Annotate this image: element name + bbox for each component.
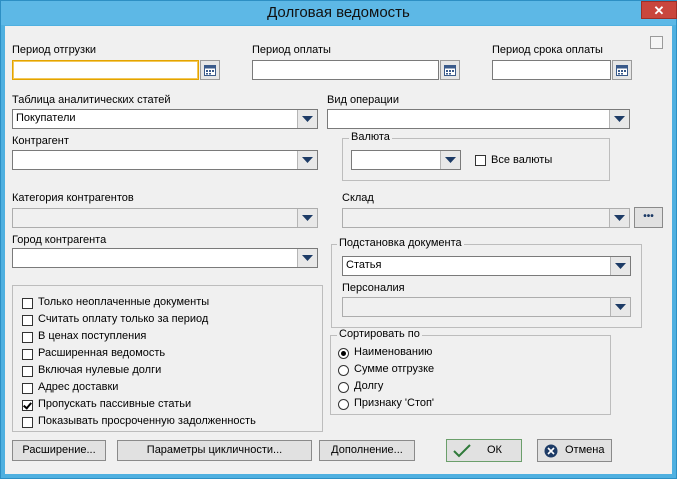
- counterparty-category-label: Категория контрагентов: [12, 192, 134, 204]
- dropdown-button[interactable]: [297, 209, 317, 227]
- all-currencies-label: Все валюты: [491, 154, 553, 166]
- addition-button[interactable]: Дополнение...: [319, 440, 415, 461]
- option-checkbox-skip-passive[interactable]: [22, 400, 33, 411]
- option-checkbox-zero-debts[interactable]: [22, 366, 33, 377]
- checkmark-icon: [453, 444, 471, 458]
- window-title: Долговая ведомость: [267, 4, 410, 21]
- option-label: Расширенная ведомость: [38, 347, 166, 359]
- dropdown-button[interactable]: [610, 257, 630, 275]
- chevron-down-icon: [445, 157, 456, 163]
- payment-period-label: Период оплаты: [252, 44, 331, 56]
- due-period-label: Период срока оплаты: [492, 44, 603, 56]
- sort-radio-name[interactable]: [338, 348, 349, 359]
- counterparty-city-select[interactable]: [12, 248, 318, 268]
- chevron-down-icon: [302, 255, 313, 261]
- close-button[interactable]: ✕: [641, 1, 677, 19]
- chevron-down-icon: [302, 215, 313, 221]
- shipment-period-input[interactable]: [12, 60, 199, 80]
- cancel-button[interactable]: Отмена: [537, 439, 612, 462]
- option-checkbox-overdue[interactable]: [22, 417, 33, 428]
- due-period-input[interactable]: [492, 60, 611, 80]
- operation-type-label: Вид операции: [327, 94, 399, 106]
- personal-label: Персоналия: [342, 282, 405, 294]
- counterparty-label: Контрагент: [12, 135, 69, 147]
- sort-radio-shipment-sum[interactable]: [338, 365, 349, 376]
- sort-radio-stop-flag[interactable]: [338, 399, 349, 410]
- analytics-table-label: Таблица аналитических статей: [12, 94, 171, 106]
- dropdown-button[interactable]: [440, 151, 460, 169]
- option-checkbox-delivery-address[interactable]: [22, 383, 33, 394]
- operation-type-select[interactable]: [327, 109, 630, 129]
- top-right-checkbox[interactable]: [650, 36, 663, 49]
- warehouse-label: Склад: [342, 192, 374, 204]
- sort-radio-debt[interactable]: [338, 382, 349, 393]
- sort-option-label: Наименованию: [354, 346, 433, 358]
- option-label: В ценах поступления: [38, 330, 147, 342]
- calendar-icon: [444, 65, 456, 76]
- dropdown-button[interactable]: [297, 110, 317, 128]
- ok-label: ОК: [487, 444, 502, 456]
- cancel-icon: [544, 444, 558, 458]
- dropdown-button[interactable]: [610, 298, 630, 316]
- option-label: Только неоплаченные документы: [38, 296, 210, 308]
- article-select[interactable]: Статья: [342, 256, 631, 276]
- sort-option-label: Долгу: [354, 380, 384, 392]
- option-label: Включая нулевые долги: [38, 364, 162, 376]
- doc-substitution-group: Подстановка документа Статья Персоналия: [331, 237, 642, 328]
- currency-group: Валюта Все валюты: [342, 131, 610, 181]
- ok-button[interactable]: ОК: [446, 439, 522, 462]
- cycle-params-button[interactable]: Параметры цикличности...: [117, 440, 312, 461]
- article-value: Статья: [346, 259, 382, 271]
- chevron-down-icon: [614, 116, 625, 122]
- warehouse-more-button[interactable]: •••: [634, 207, 663, 228]
- option-checkbox-receipt-prices[interactable]: [22, 332, 33, 343]
- sort-option-label: Признаку 'Стоп': [354, 397, 435, 409]
- currency-select[interactable]: [351, 150, 461, 170]
- dialog-window: Долговая ведомость ✕ Период отгрузки Пер…: [0, 0, 677, 479]
- all-currencies-checkbox[interactable]: [475, 155, 486, 166]
- counterparty-select[interactable]: [12, 150, 318, 170]
- sort-group: Сортировать по Наименованию Сумме отгруз…: [330, 328, 611, 415]
- calendar-icon: [204, 65, 216, 76]
- warehouse-select[interactable]: [342, 208, 630, 228]
- payment-period-calendar-button[interactable]: [440, 60, 460, 80]
- analytics-table-value: Покупатели: [16, 112, 76, 124]
- option-checkbox-period-payment[interactable]: [22, 315, 33, 326]
- title-bar: Долговая ведомость ✕: [1, 1, 677, 25]
- option-label: Адрес доставки: [38, 381, 119, 393]
- options-group: Только неоплаченные документы Считать оп…: [12, 285, 323, 432]
- dialog-body: Период отгрузки Период оплаты Период сро…: [5, 26, 672, 474]
- chevron-down-icon: [302, 116, 313, 122]
- dropdown-button[interactable]: [609, 110, 629, 128]
- dropdown-button[interactable]: [609, 209, 629, 227]
- option-checkbox-extended[interactable]: [22, 349, 33, 360]
- calendar-icon: [616, 65, 628, 76]
- personal-select[interactable]: [342, 297, 631, 317]
- dropdown-button[interactable]: [297, 151, 317, 169]
- cancel-label: Отмена: [565, 444, 605, 456]
- due-period-calendar-button[interactable]: [612, 60, 632, 80]
- option-label: Показывать просроченную задолженность: [38, 415, 256, 427]
- chevron-down-icon: [614, 215, 625, 221]
- chevron-down-icon: [615, 263, 626, 269]
- chevron-down-icon: [302, 157, 313, 163]
- option-label: Считать оплату только за период: [38, 313, 209, 325]
- option-label: Пропускать пассивные статьи: [38, 398, 192, 410]
- currency-group-label: Валюта: [349, 131, 392, 143]
- shipment-period-calendar-button[interactable]: [200, 60, 220, 80]
- option-checkbox-unpaid[interactable]: [22, 298, 33, 309]
- sort-option-label: Сумме отгрузке: [354, 363, 435, 375]
- counterparty-city-label: Город контрагента: [12, 234, 107, 246]
- counterparty-category-select[interactable]: [12, 208, 318, 228]
- sort-group-label: Сортировать по: [337, 328, 422, 340]
- dropdown-button[interactable]: [297, 249, 317, 267]
- doc-substitution-label: Подстановка документа: [337, 237, 464, 249]
- chevron-down-icon: [615, 304, 626, 310]
- payment-period-input[interactable]: [252, 60, 439, 80]
- shipment-period-label: Период отгрузки: [12, 44, 97, 56]
- extension-button[interactable]: Расширение...: [12, 440, 106, 461]
- analytics-table-select[interactable]: Покупатели: [12, 109, 318, 129]
